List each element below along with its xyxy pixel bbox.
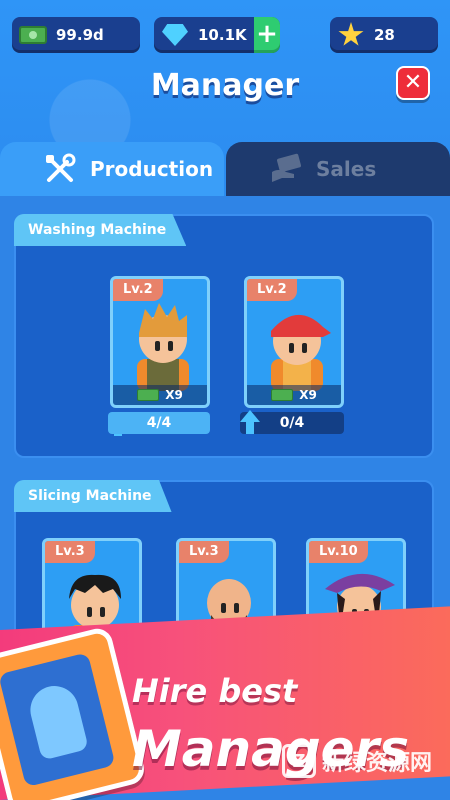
- section-title: Slicing Machine: [14, 480, 172, 512]
- gem-counter: 10.1K +: [154, 17, 280, 53]
- multiplier-row: X9: [247, 385, 341, 405]
- close-button[interactable]: ✕: [396, 66, 430, 100]
- star-value: 28: [374, 26, 395, 44]
- star-counter: 28: [330, 17, 438, 53]
- sales-hand-icon: [266, 149, 306, 189]
- page-title: Manager: [150, 68, 300, 103]
- buy-gems-button[interactable]: +: [254, 17, 280, 53]
- close-icon: ✕: [403, 70, 423, 95]
- tab-sales[interactable]: Sales: [226, 142, 450, 196]
- manager-card[interactable]: Lv.2 X9: [110, 276, 210, 408]
- promo-text-line1: Hire best: [132, 672, 298, 710]
- watermark-logo-icon: Z: [281, 744, 316, 778]
- cash-value: 99.9d: [56, 26, 104, 44]
- tab-sales-label: Sales: [316, 157, 377, 181]
- cash-counter: 99.9d: [12, 17, 140, 53]
- cash-icon: [271, 389, 294, 401]
- section-title: Washing Machine: [14, 214, 187, 246]
- tab-production-label: Production: [90, 157, 214, 181]
- manager-count: 0/4: [240, 412, 344, 434]
- watermark: Z 新绿资源网: [281, 744, 432, 778]
- manager-count: 4/4: [108, 412, 210, 434]
- tab-production[interactable]: Production: [0, 142, 224, 196]
- manager-avatar: [271, 314, 331, 391]
- star-icon: [334, 21, 368, 49]
- gem-value: 10.1K: [198, 26, 247, 44]
- gem-icon: [158, 21, 192, 49]
- multiplier-value: X9: [299, 388, 317, 402]
- multiplier-row: X9: [113, 385, 207, 405]
- cash-icon: [137, 389, 160, 401]
- cash-icon: [16, 21, 50, 49]
- manager-avatar: [137, 303, 189, 391]
- section-washing-machine: Washing Machine Lv.2 X9 4/4 Lv.2 X9 0/4: [14, 214, 434, 458]
- tools-icon: [40, 149, 80, 189]
- manager-card[interactable]: Lv.2 X9: [244, 276, 344, 408]
- multiplier-value: X9: [165, 388, 183, 402]
- watermark-text: 新绿资源网: [321, 751, 432, 776]
